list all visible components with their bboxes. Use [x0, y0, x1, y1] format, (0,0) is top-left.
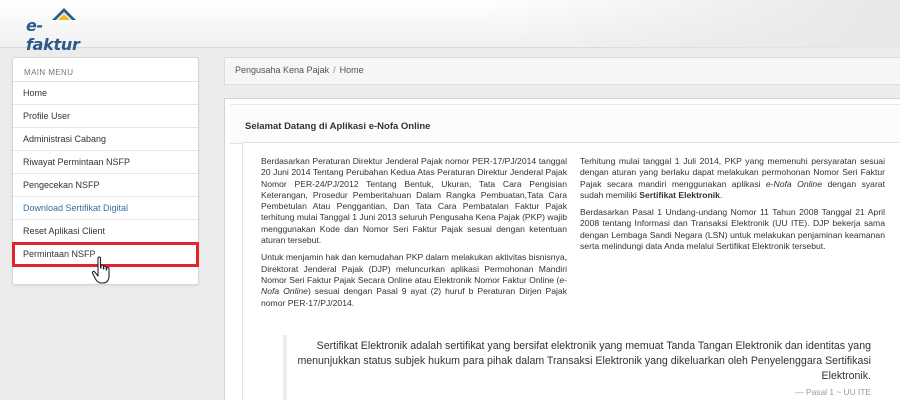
left-paragraph-1: Berdasarkan Peraturan Direktur Jenderal …	[261, 156, 567, 246]
quote-text: Sertifikat Elektronik adalah sertifikat …	[297, 340, 871, 383]
welcome-panel: Selamat Datang di Aplikasi e-Nofa Online…	[224, 98, 900, 400]
sidebar-item-administrasi-cabang[interactable]: Administrasi Cabang	[13, 128, 198, 151]
blockquote: Sertifikat Elektronik adalah sertifikat …	[283, 335, 887, 400]
efaktur-logo[interactable]: e-faktur	[26, 4, 96, 54]
sidebar-item-download-sertifikat-digital[interactable]: Download Sertifikat Digital	[13, 197, 198, 220]
breadcrumb-separator: /	[333, 65, 336, 75]
app-header: e-faktur	[0, 0, 900, 54]
sidebar-item-home[interactable]: Home	[13, 82, 198, 105]
breadcrumb-current: Home	[339, 65, 364, 75]
logo-text: e-faktur	[26, 16, 80, 54]
sidebar-main-menu: MAIN MENU Home Profile User Administrasi…	[12, 57, 199, 285]
sidebar-item-reset-aplikasi-client[interactable]: Reset Aplikasi Client	[13, 220, 198, 243]
breadcrumb-parent[interactable]: Pengusaha Kena Pajak	[235, 65, 329, 75]
sidebar-title: MAIN MENU	[13, 58, 198, 82]
right-paragraph-2: Berdasarkan Pasal 1 Undang-undang Nomor …	[580, 207, 885, 252]
panel-title: Selamat Datang di Aplikasi e-Nofa Online	[230, 104, 900, 144]
panel-body: Berdasarkan Peraturan Direktur Jenderal …	[242, 142, 900, 400]
sidebar-item-profile-user[interactable]: Profile User	[13, 105, 198, 128]
breadcrumb: Pengusaha Kena Pajak / Home	[224, 57, 900, 85]
quote-source: — Pasal 1 ~ UU ITE	[795, 386, 871, 397]
hand-pointer-cursor-icon	[91, 256, 110, 284]
sidebar-item-pengecekan-nsfp[interactable]: Pengecekan NSFP	[13, 174, 198, 197]
left-paragraph-2: Untuk menjamin hak dan kemudahan PKP dal…	[261, 252, 568, 308]
left-column: Berdasarkan Peraturan Direktur Jenderal …	[261, 156, 567, 315]
right-column: Terhitung mulai tanggal 1 Juli 2014, PKP…	[580, 156, 885, 258]
sidebar-item-riwayat-permintaan-nsfp[interactable]: Riwayat Permintaan NSFP	[13, 151, 198, 174]
right-paragraph-1: Terhitung mulai tanggal 1 Juli 2014, PKP…	[580, 156, 885, 200]
header-shade	[480, 0, 900, 48]
